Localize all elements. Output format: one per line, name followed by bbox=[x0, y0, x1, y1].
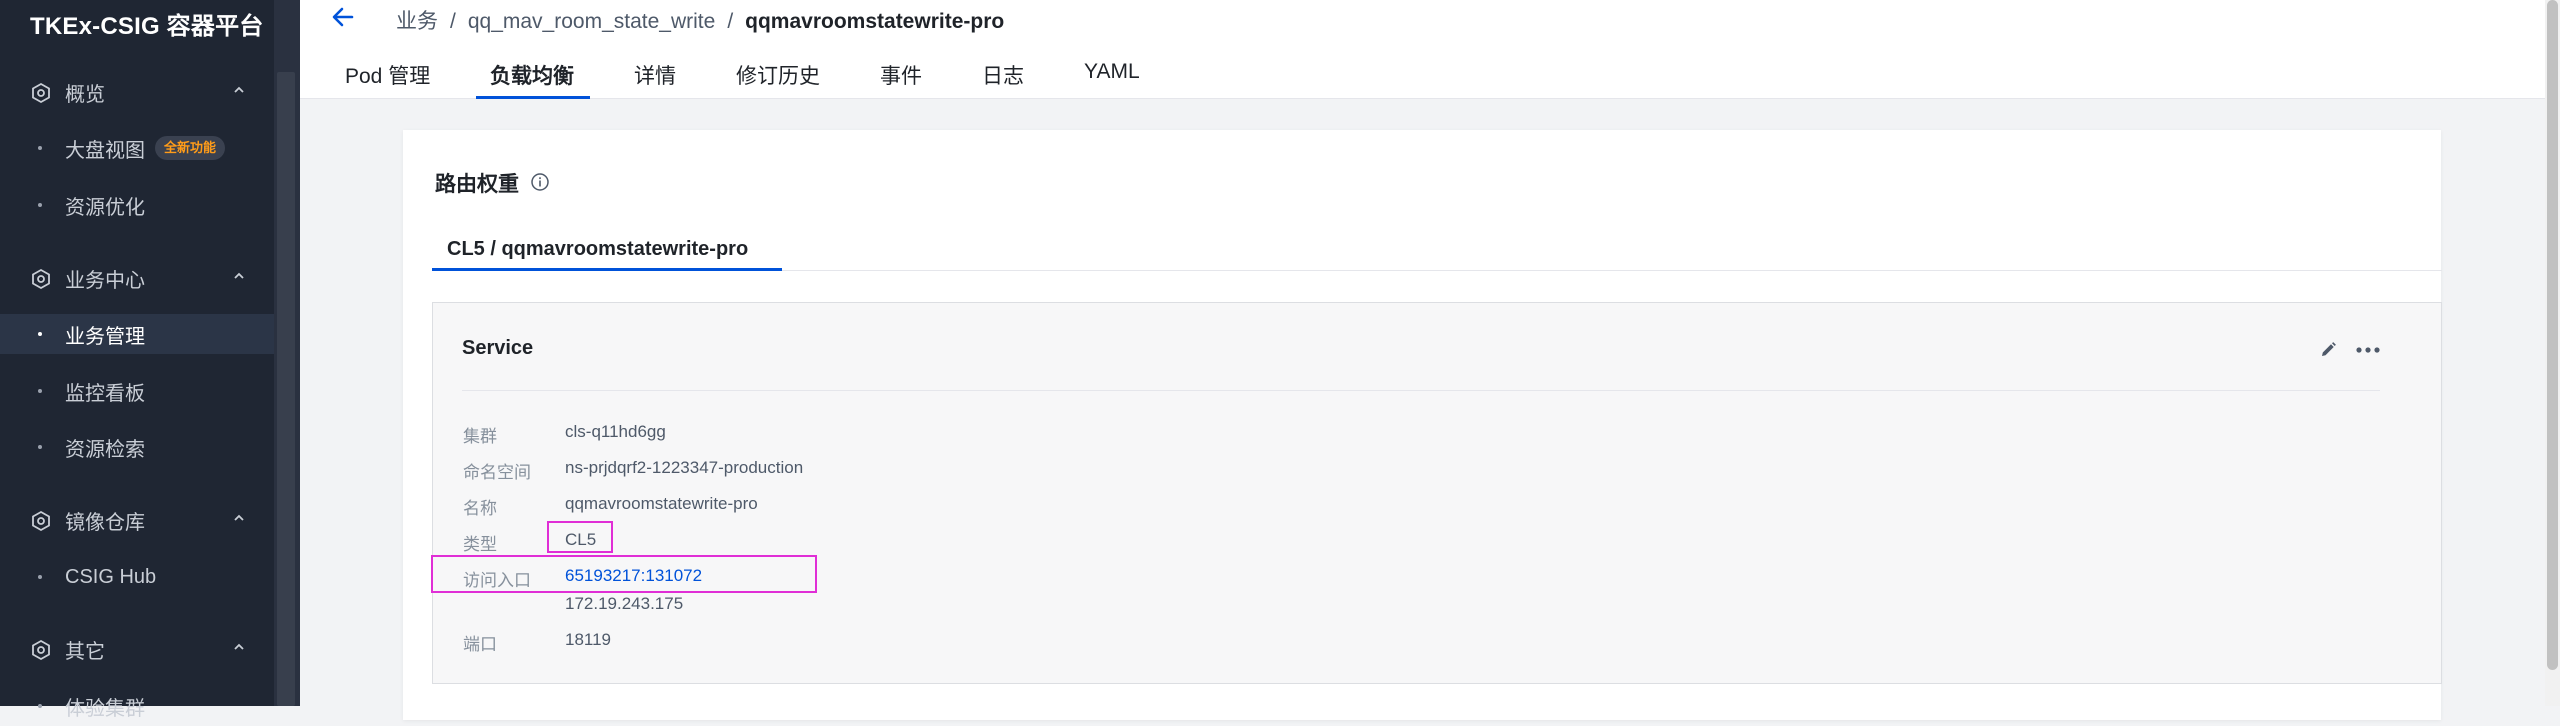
port-value: 18119 bbox=[565, 630, 612, 649]
service-title: Service bbox=[462, 337, 534, 359]
bullet-icon bbox=[38, 332, 42, 336]
breadcrumb-separator: / bbox=[450, 10, 456, 33]
cluster-label: 集群 bbox=[463, 427, 497, 446]
sidebar-item-resource-optimization[interactable]: 资源优化 bbox=[0, 185, 274, 225]
sidebar-scrollbar[interactable] bbox=[274, 0, 300, 706]
breadcrumb: 业务 / qq_mav_room_state_write / qqmavroomstat… bbox=[396, 5, 1004, 35]
info-icon[interactable] bbox=[530, 172, 550, 192]
tab-revision-history[interactable]: 修订历史 bbox=[736, 60, 820, 90]
back-arrow-icon[interactable] bbox=[330, 4, 356, 30]
bullet-icon bbox=[38, 146, 42, 150]
namespace-label: 命名空间 bbox=[463, 463, 531, 482]
sidebar-group-label: 其它 bbox=[65, 640, 105, 663]
service-panel bbox=[432, 302, 2442, 684]
sidebar-group-label: 概览 bbox=[65, 83, 105, 106]
hexagon-icon bbox=[32, 639, 50, 661]
tab-yaml[interactable]: YAML bbox=[1084, 60, 1140, 84]
type-label: 类型 bbox=[463, 535, 497, 554]
tab-details[interactable]: 详情 bbox=[634, 60, 676, 90]
name-label: 名称 bbox=[463, 499, 497, 518]
tab-logs[interactable]: 日志 bbox=[982, 60, 1024, 90]
section-title: 路由权重 bbox=[435, 173, 519, 196]
bullet-icon bbox=[38, 575, 42, 579]
breadcrumb-separator: / bbox=[727, 10, 734, 33]
breadcrumb-current: qqmavroomstatewrite-pro bbox=[745, 10, 1005, 33]
new-feature-badge: 全新功能 bbox=[155, 136, 226, 160]
sidebar-item-label: 大盘视图 bbox=[65, 139, 145, 162]
access-entry-highlight-box bbox=[431, 555, 817, 593]
sidebar-item-label: 资源检索 bbox=[65, 438, 145, 461]
name-value: qqmavroomstatewrite-pro bbox=[565, 494, 758, 513]
chevron-up-icon bbox=[234, 86, 244, 93]
bullet-icon bbox=[38, 704, 42, 708]
breadcrumb-root-link[interactable]: 业务 bbox=[396, 10, 438, 33]
sidebar-item-resource-search[interactable]: 资源检索 bbox=[0, 427, 274, 467]
sidebar-item-label: 业务管理 bbox=[65, 325, 145, 348]
bullet-icon bbox=[38, 445, 42, 449]
brand-title: TKEx-CSIG 容器平台 bbox=[30, 13, 264, 40]
sidebar-item-business-management[interactable]: 业务管理 bbox=[0, 314, 274, 354]
chevron-up-icon bbox=[234, 514, 244, 521]
sidebar-group-business-center[interactable]: 业务中心 bbox=[0, 258, 274, 298]
hexagon-icon bbox=[32, 268, 50, 290]
port-label: 端口 bbox=[463, 635, 497, 654]
sidebar-item-label: 资源优化 bbox=[65, 196, 145, 219]
breadcrumb-parent-link[interactable]: qq_mav_room_state_write bbox=[468, 10, 715, 33]
chevron-up-icon bbox=[234, 643, 244, 650]
active-tab-indicator bbox=[476, 96, 590, 99]
sidebar-group-overview[interactable]: 概览 bbox=[0, 72, 274, 112]
edit-pencil-icon[interactable] bbox=[2318, 340, 2338, 360]
more-ellipsis-icon[interactable] bbox=[2354, 341, 2382, 359]
sidebar-item-monitoring-board[interactable]: 监控看板 bbox=[0, 371, 274, 411]
bullet-icon bbox=[38, 389, 42, 393]
page-scrollbar[interactable] bbox=[2545, 0, 2560, 706]
page-header: 业务 / qq_mav_room_state_write / qqmavroomstat… bbox=[300, 0, 2545, 99]
type-highlight-box bbox=[547, 521, 613, 553]
tab-pod-management[interactable]: Pod 管理 bbox=[345, 60, 430, 90]
sidebar-item-label: 监控看板 bbox=[65, 382, 145, 405]
namespace-value: ns-prjdqrf2-1223347-production bbox=[565, 458, 804, 477]
sidebar-group-image-registry[interactable]: 镜像仓库 bbox=[0, 500, 274, 540]
sidebar-scrollbar-thumb[interactable] bbox=[277, 72, 295, 706]
sidebar-group-label: 业务中心 bbox=[65, 269, 145, 292]
active-subtab-indicator bbox=[432, 268, 782, 271]
sidebar-item-csig-hub[interactable]: CSIG Hub bbox=[0, 557, 274, 597]
sidebar-group-label: 镜像仓库 bbox=[65, 511, 145, 534]
tab-bar: Pod 管理 负载均衡 详情 修订历史 事件 日志 YAML bbox=[300, 60, 1900, 99]
sidebar: TKEx-CSIG 容器平台 概览 大盘视图 全新功能 资源优化 业务中心 业务… bbox=[0, 0, 274, 720]
sidebar-item-dashboard[interactable]: 大盘视图 全新功能 bbox=[0, 128, 274, 168]
sidebar-item-label: 体验集群 bbox=[65, 697, 145, 720]
page-scrollbar-thumb[interactable] bbox=[2547, 0, 2558, 670]
hexagon-icon bbox=[32, 510, 50, 532]
sidebar-item-trial-cluster[interactable]: 体验集群 bbox=[0, 686, 274, 726]
cluster-value: cls-q11hd6gg bbox=[565, 422, 666, 441]
subtab-cl5[interactable]: CL5 / qqmavroomstatewrite-pro bbox=[447, 238, 748, 261]
bullet-icon bbox=[38, 203, 42, 207]
sidebar-item-label: CSIG Hub bbox=[65, 565, 157, 588]
tab-load-balancing[interactable]: 负载均衡 bbox=[490, 60, 574, 90]
hexagon-icon bbox=[32, 82, 50, 104]
access-entry-ip: 172.19.243.175 bbox=[565, 594, 684, 613]
service-divider bbox=[462, 390, 2380, 391]
chevron-up-icon bbox=[234, 272, 244, 279]
sidebar-group-other[interactable]: 其它 bbox=[0, 629, 274, 669]
tab-events[interactable]: 事件 bbox=[880, 60, 922, 90]
